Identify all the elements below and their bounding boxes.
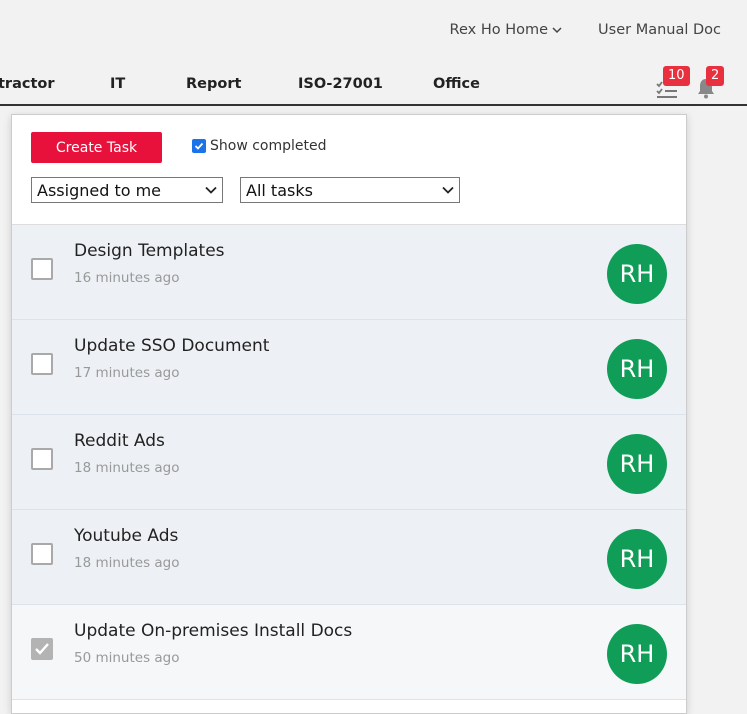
task-time: 50 minutes ago [74, 650, 180, 666]
show-completed-toggle[interactable]: Show completed [192, 138, 327, 154]
top-bar: Rex Ho Home User Manual Doc [0, 0, 747, 60]
assignee-select-value: Assigned to me [37, 180, 162, 200]
check-icon [35, 643, 49, 655]
avatar: RH [607, 529, 667, 589]
task-row[interactable]: Design Templates 16 minutes ago RH [12, 225, 686, 320]
task-title: Reddit Ads [74, 431, 165, 451]
avatar: RH [607, 339, 667, 399]
nav-item-office[interactable]: Office [433, 76, 480, 92]
nav-item-contractor[interactable]: tractor [0, 76, 55, 92]
check-icon [194, 142, 204, 150]
task-row[interactable]: Reddit Ads 18 minutes ago RH [12, 415, 686, 510]
task-checkbox[interactable] [31, 353, 53, 375]
nav-item-iso[interactable]: ISO-27001 [298, 76, 383, 92]
chevron-down-icon [205, 186, 217, 194]
task-checkbox[interactable] [31, 258, 53, 280]
task-checkbox-checked[interactable] [31, 638, 53, 660]
user-manual-link[interactable]: User Manual Doc [598, 22, 721, 38]
task-row[interactable]: Youtube Ads 18 minutes ago RH [12, 510, 686, 605]
task-row[interactable]: Update On-premises Install Docs 50 minut… [12, 605, 686, 700]
nav-item-it[interactable]: IT [110, 76, 125, 92]
avatar: RH [607, 434, 667, 494]
task-title: Update SSO Document [74, 336, 270, 356]
home-link-label: Rex Ho Home [449, 22, 549, 38]
task-checkbox[interactable] [31, 448, 53, 470]
show-completed-checkbox[interactable] [192, 139, 206, 153]
show-completed-label: Show completed [210, 138, 327, 154]
task-time: 18 minutes ago [74, 555, 180, 571]
tasks-badge: 10 [663, 66, 690, 86]
task-time: 18 minutes ago [74, 460, 180, 476]
task-scope-select-value: All tasks [246, 180, 313, 200]
task-title: Youtube Ads [74, 526, 179, 546]
home-link[interactable]: Rex Ho Home [450, 22, 562, 38]
task-row[interactable]: Update SSO Document 17 minutes ago RH [12, 320, 686, 415]
tasks-panel-header: Create Task Show completed Assigned to m… [12, 115, 686, 225]
task-scope-select[interactable]: All tasks [240, 177, 460, 203]
avatar: RH [607, 244, 667, 304]
chevron-down-icon [442, 186, 454, 194]
create-task-button[interactable]: Create Task [31, 132, 162, 163]
task-title: Design Templates [74, 241, 225, 261]
task-title: Update On-premises Install Docs [74, 621, 353, 641]
assignee-select[interactable]: Assigned to me [31, 177, 223, 203]
nav-bar: tractor IT Report ISO-27001 Office 10 2 [0, 62, 747, 106]
tasks-panel: Create Task Show completed Assigned to m… [11, 114, 687, 714]
chevron-down-icon [552, 27, 562, 34]
avatar: RH [607, 624, 667, 684]
notifications-badge: 2 [706, 66, 725, 86]
nav-item-report[interactable]: Report [186, 76, 241, 92]
task-checkbox[interactable] [31, 543, 53, 565]
task-time: 17 minutes ago [74, 365, 180, 381]
task-time: 16 minutes ago [74, 270, 180, 286]
